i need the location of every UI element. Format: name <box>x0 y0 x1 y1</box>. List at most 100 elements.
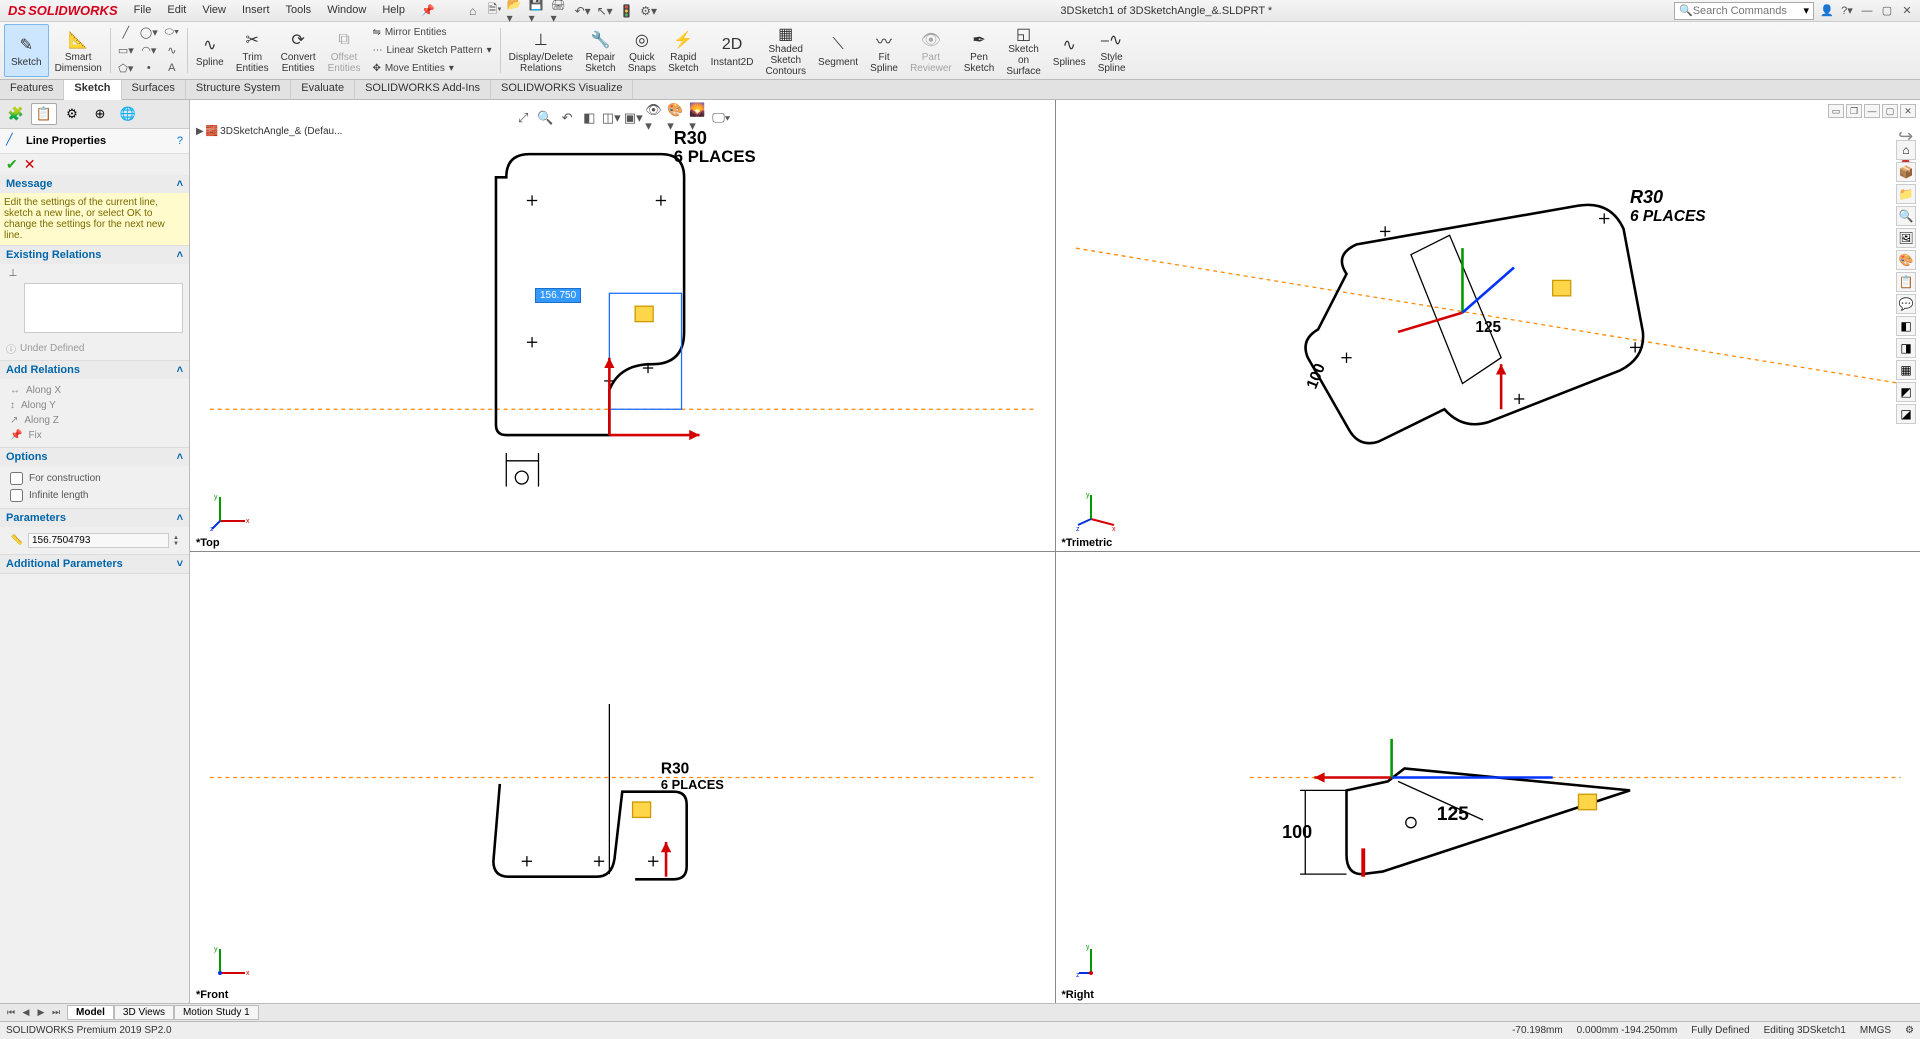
view-settings-icon[interactable]: 🖵▾ <box>711 108 731 128</box>
along-x-button[interactable]: ↔Along X <box>6 383 183 398</box>
part-reviewer-button[interactable]: 👁 Part Reviewer <box>904 24 958 77</box>
tree-expander-icon[interactable]: ▶ <box>196 126 204 137</box>
viewport-right[interactable]: 100 125 z <box>1056 552 1920 1003</box>
status-gear-icon[interactable]: ⚙ <box>1905 1025 1914 1036</box>
ok-check-icon[interactable]: ✔ <box>6 156 18 173</box>
offset-entities-button[interactable]: ⧉ Offset Entities <box>322 24 367 77</box>
menu-help[interactable]: Help <box>374 1 413 20</box>
for-construction-checkbox[interactable] <box>10 472 23 485</box>
options-header[interactable]: Options˄ <box>0 448 189 466</box>
close-icon[interactable]: ✕ <box>1898 3 1916 19</box>
task-more2-icon[interactable]: ◨ <box>1896 338 1916 358</box>
zoom-area-icon[interactable]: 🔍 <box>535 108 555 128</box>
user-icon[interactable]: 👤 <box>1818 3 1836 19</box>
task-view-palette-icon[interactable]: 🖼 <box>1896 228 1916 248</box>
splines-button[interactable]: ∿ Splines <box>1047 24 1092 77</box>
config-tab-icon[interactable]: ⚙ <box>59 103 85 125</box>
task-forum-icon[interactable]: 💬 <box>1896 294 1916 314</box>
slot-tool-icon[interactable]: ⬭▾ <box>161 25 183 41</box>
save-icon[interactable]: 💾▾ <box>529 2 549 20</box>
point-tool-icon[interactable]: • <box>138 60 160 76</box>
task-more4-icon[interactable]: ◩ <box>1896 382 1916 402</box>
tab-nav-first-icon[interactable]: ⏮ <box>4 1006 18 1020</box>
vp-max-icon[interactable]: ▢ <box>1882 104 1898 118</box>
tab-evaluate[interactable]: Evaluate <box>291 80 355 99</box>
maximize-icon[interactable]: ▢ <box>1878 3 1896 19</box>
quick-snaps-button[interactable]: ◎ Quick Snaps <box>622 24 662 77</box>
smart-dimension-button[interactable]: 📐 Smart Dimension <box>49 24 108 77</box>
search-dropdown-icon[interactable]: ▾ <box>1803 4 1809 17</box>
rect-tool-icon[interactable]: ▭▾ <box>115 42 137 58</box>
tab-addins[interactable]: SOLIDWORKS Add-Ins <box>355 80 491 99</box>
view-orientation-icon[interactable]: ◫▾ <box>601 108 621 128</box>
apply-scene-icon[interactable]: 🌄▾ <box>689 108 709 128</box>
tab-structure-system[interactable]: Structure System <box>186 80 291 99</box>
menu-view[interactable]: View <box>194 1 234 20</box>
tab-visualize[interactable]: SOLIDWORKS Visualize <box>491 80 633 99</box>
task-more5-icon[interactable]: ◪ <box>1896 404 1916 424</box>
task-more3-icon[interactable]: ▦ <box>1896 360 1916 380</box>
fit-spline-button[interactable]: 〰 Fit Spline <box>864 24 904 77</box>
task-appearances-icon[interactable]: 🎨 <box>1896 250 1916 270</box>
relations-listbox[interactable] <box>24 283 183 333</box>
vp-restore-icon[interactable]: ❐ <box>1846 104 1862 118</box>
display-style-icon[interactable]: ▣▾ <box>623 108 643 128</box>
menu-file[interactable]: File <box>126 1 160 20</box>
polygon-tool-icon[interactable]: ⬠▾ <box>115 60 137 76</box>
viewport-trimetric[interactable]: ▭ ❐ — ▢ ✕ ↪ ✖ ⌂ 📦 📁 🔍 🖼 🎨 📋 <box>1056 100 1920 551</box>
line-tool-icon[interactable]: ╱ <box>115 25 137 41</box>
vp-tile-icon[interactable]: ▭ <box>1828 104 1844 118</box>
circle-tool-icon[interactable]: ◯▾ <box>138 25 160 41</box>
fix-button[interactable]: 📌Fix <box>6 428 183 443</box>
dimension-edit-box[interactable]: 156.750 <box>535 288 581 303</box>
convert-entities-button[interactable]: ⟳ Convert Entities <box>275 24 322 77</box>
task-design-lib-icon[interactable]: 📁 <box>1896 184 1916 204</box>
task-home-icon[interactable]: ⌂ <box>1896 140 1916 160</box>
repair-sketch-button[interactable]: 🔧 Repair Sketch <box>579 24 622 77</box>
tab-nav-last-icon[interactable]: ⏭ <box>49 1006 63 1020</box>
menu-tools[interactable]: Tools <box>278 1 320 20</box>
infinite-length-checkbox[interactable] <box>10 489 23 502</box>
length-input[interactable] <box>28 533 169 548</box>
menu-edit[interactable]: Edit <box>159 1 194 20</box>
vp-min-icon[interactable]: — <box>1864 104 1880 118</box>
rebuild-icon[interactable]: 🚦 <box>617 2 637 20</box>
instant2d-button[interactable]: 2D Instant2D <box>705 24 760 77</box>
text-tool-icon[interactable]: A <box>161 60 183 76</box>
spin-down-icon[interactable]: ▼ <box>173 541 179 547</box>
section-view-icon[interactable]: ◧ <box>579 108 599 128</box>
hide-show-icon[interactable]: 👁▾ <box>645 108 665 128</box>
feature-tree-tab-icon[interactable]: 🧩 <box>3 103 29 125</box>
add-relations-header[interactable]: Add Relations˄ <box>0 361 189 379</box>
options-icon[interactable]: ⚙▾ <box>639 2 659 20</box>
new-doc-icon[interactable]: 🗎▾ <box>485 2 505 20</box>
tab-surfaces[interactable]: Surfaces <box>122 80 186 99</box>
tab-sketch[interactable]: Sketch <box>64 80 121 100</box>
minimize-icon[interactable]: — <box>1858 3 1876 19</box>
search-input[interactable] <box>1693 5 1804 17</box>
status-units[interactable]: MMGS <box>1860 1025 1891 1036</box>
existing-relations-header[interactable]: Existing Relations˄ <box>0 246 189 264</box>
along-z-button[interactable]: ↗Along Z <box>6 413 183 428</box>
flyout-tree[interactable]: ▶ 🧱 3DSketchAngle_& (Defau... <box>196 126 342 137</box>
arc-tool-icon[interactable]: ◠▾ <box>138 42 160 58</box>
spline-button[interactable]: ∿ Spline <box>190 24 230 77</box>
print-icon[interactable]: 🖨▾ <box>551 2 571 20</box>
along-y-button[interactable]: ↕Along Y <box>6 398 183 413</box>
bottom-tab-model[interactable]: Model <box>67 1005 114 1020</box>
parameters-header[interactable]: Parameters˄ <box>0 509 189 527</box>
sketch-on-surface-button[interactable]: ◱ Sketch on Surface <box>1000 24 1046 77</box>
menu-insert[interactable]: Insert <box>234 1 278 20</box>
home-icon[interactable]: ⌂ <box>463 2 483 20</box>
move-entities-button[interactable]: ✥Move Entities▾ <box>368 60 495 76</box>
message-header[interactable]: Message˄ <box>0 175 189 193</box>
linear-pattern-button[interactable]: ⋯Linear Sketch Pattern▾ <box>368 42 495 58</box>
bottom-tab-3d-views[interactable]: 3D Views <box>114 1005 174 1020</box>
help-icon[interactable]: ?▾ <box>1838 3 1856 19</box>
mirror-entities-button[interactable]: ⇋Mirror Entities <box>368 25 495 41</box>
display-tab-icon[interactable]: 🌐 <box>115 103 141 125</box>
help-circle-icon[interactable]: ? <box>177 135 183 147</box>
open-doc-icon[interactable]: 📂▾ <box>507 2 527 20</box>
dimxpert-tab-icon[interactable]: ⊕ <box>87 103 113 125</box>
undo-icon[interactable]: ↶▾ <box>573 2 593 20</box>
